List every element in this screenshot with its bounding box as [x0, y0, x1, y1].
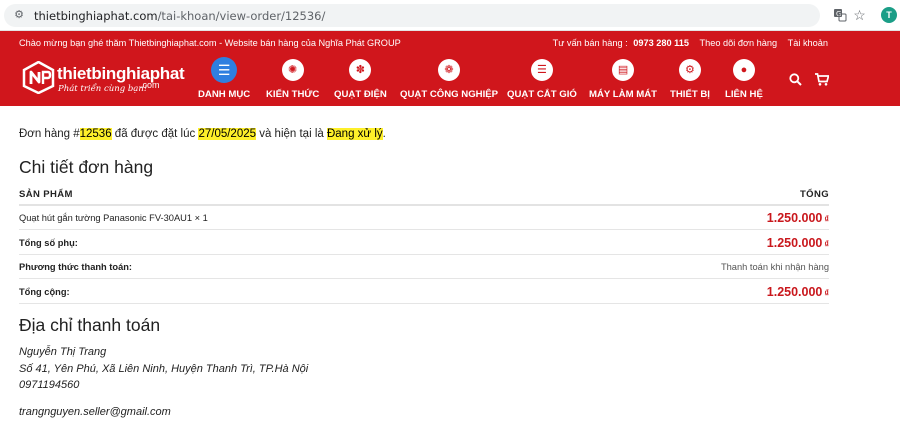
currency-symbol: ₫	[824, 288, 829, 298]
track-order-link[interactable]: Theo dõi đơn hàng	[700, 38, 778, 48]
order-date: 27/05/2025	[198, 128, 257, 140]
item-name-cell: Quạt hút gắn tường Panasonic FV-30AU1 × …	[19, 213, 208, 223]
total-value: 1.250.000	[766, 285, 823, 299]
order-details-title: Chi tiết đơn hàng	[19, 157, 154, 177]
lightbulb-icon: ✺	[281, 59, 304, 81]
item-total-value: 1.250.000	[766, 211, 823, 225]
order-notice: Đơn hàng #12536 đã được đặt lúc 27/05/20…	[19, 128, 386, 140]
nav-label: KIẾN THỨC	[266, 89, 320, 100]
air-cooler-icon: ▤	[612, 59, 635, 81]
billing-address-title: Địa chỉ thanh toán	[19, 315, 161, 335]
order-number: 12536	[79, 128, 112, 140]
billing-name: Nguyễn Thị Trang	[19, 346, 107, 358]
menu-icon: ☰	[211, 57, 238, 83]
browser-toolbar: ⚙ thietbinghiaphat.com/tai-khoan/view-or…	[0, 0, 900, 31]
table-row: Phương thức thanh toán: Thanh toán khi n…	[19, 255, 829, 279]
top-links: Tư vấn bán hàng : 0973 280 115 Theo dõi …	[545, 38, 828, 48]
nav-item-quat-cat-gio[interactable]: ☰ QUẠT CẮT GIÓ	[507, 56, 577, 100]
table-header-row: SẢN PHẨM TỔNG	[19, 186, 829, 206]
account-link[interactable]: Tài khoản	[788, 38, 828, 48]
billing-phone: 0971194560	[19, 379, 80, 391]
nav-label: QUẠT ĐIỆN	[334, 89, 387, 100]
col-product-header: SẢN PHẨM	[19, 189, 73, 200]
address-bar[interactable]: ⚙ thietbinghiaphat.com/tai-khoan/view-or…	[4, 4, 820, 27]
site-header: Chào mừng bạn ghé thăm Thietbinghiaphat.…	[0, 31, 900, 106]
notice-mid2: và hiện tại là	[256, 128, 327, 140]
item-qty: × 1	[194, 213, 208, 223]
notice-end: .	[382, 128, 386, 140]
payment-method-value: Thanh toán khi nhận hàng	[720, 262, 829, 272]
url-host: thietbinghiaphat.com	[34, 9, 158, 23]
fan-icon: ✽	[349, 59, 372, 81]
subtotal: 1.250.000 ₫	[767, 236, 829, 250]
table-row: Tổng cộng: 1.250.000 ₫	[19, 279, 829, 304]
item-total: 1.250.000 ₫	[767, 211, 829, 225]
translate-icon[interactable]: G	[832, 8, 847, 23]
search-icon[interactable]	[789, 73, 802, 89]
subtotal-label: Tổng số phụ:	[19, 238, 78, 248]
nav-item-kien-thuc[interactable]: ✺ KIẾN THỨC	[266, 56, 319, 100]
nav-label: LIÊN HỆ	[725, 89, 763, 100]
nav-label: DANH MỤC	[198, 89, 251, 100]
site-logo[interactable]: thietbinghiaphat .com Phát triển cùng bạ…	[22, 57, 185, 97]
cart-icon[interactable]	[815, 73, 830, 89]
item-name-link[interactable]: Quạt hút gắn tường Panasonic FV-30AU1	[19, 213, 192, 223]
nav-label: QUẠT CẮT GIÓ	[507, 89, 577, 100]
total-label: Tổng cộng:	[19, 287, 70, 297]
nav-item-danh-muc[interactable]: ☰ DANH MỤC	[198, 56, 250, 100]
logo-slogan: Phát triển cùng bạn!	[58, 84, 148, 94]
table-row: Quạt hút gắn tường Panasonic FV-30AU1 × …	[19, 206, 829, 230]
currency-symbol: ₫	[824, 214, 829, 224]
nav-item-thiet-bi[interactable]: ⚙ THIẾT BỊ	[670, 56, 710, 100]
nav-item-lien-he[interactable]: ● LIÊN HỆ	[725, 56, 763, 100]
device-icon: ⚙	[678, 59, 701, 81]
welcome-text: Chào mừng bạn ghé thăm Thietbinghiaphat.…	[19, 38, 401, 48]
logo-mark-icon	[22, 61, 55, 94]
top-strip: Chào mừng bạn ghé thăm Thietbinghiaphat.…	[0, 31, 900, 53]
subtotal-value: 1.250.000	[766, 236, 823, 250]
nav-item-quat-cong-nghiep[interactable]: ❁ QUẠT CÔNG NGHIỆP	[400, 56, 498, 100]
nav-label: MÁY LÀM MÁT	[589, 89, 658, 100]
grand-total: 1.250.000 ₫	[767, 285, 829, 299]
notice-prefix: Đơn hàng #	[19, 128, 80, 140]
billing-street: Số 41, Yên Phú, Xã Liên Ninh, Huyện Than…	[19, 362, 309, 375]
currency-symbol: ₫	[824, 239, 829, 249]
air-curtain-icon: ☰	[530, 59, 553, 81]
profile-avatar[interactable]: T	[881, 7, 897, 23]
bookmark-star-icon[interactable]: ☆	[852, 8, 867, 23]
nav-item-may-lam-mat[interactable]: ▤ MÁY LÀM MÁT	[589, 56, 657, 100]
nav-item-quat-dien[interactable]: ✽ QUẠT ĐIỆN	[334, 56, 387, 100]
order-status: Đang xử lý	[326, 128, 383, 140]
logo-name: thietbinghiaphat	[57, 64, 185, 83]
url-text[interactable]: thietbinghiaphat.com/tai-khoan/view-orde…	[34, 9, 325, 23]
payment-method-label: Phương thức thanh toán:	[19, 262, 133, 272]
site-settings-icon[interactable]: ⚙	[12, 8, 26, 22]
col-total-header: TỔNG	[799, 189, 829, 200]
location-pin-icon: ●	[732, 59, 755, 81]
url-path: /tai-khoan/view-order/12536/	[157, 9, 326, 23]
billing-address: Nguyễn Thị Trang Số 41, Yên Phú, Xã Liên…	[19, 344, 308, 394]
industrial-fan-icon: ❁	[438, 59, 461, 81]
notice-mid: đã được đặt lúc	[111, 128, 199, 140]
nav-label: QUẠT CÔNG NGHIỆP	[400, 89, 499, 100]
billing-email: trangnguyen.seller@gmail.com	[19, 406, 171, 418]
hotline-number[interactable]: 0973 280 115	[633, 38, 689, 48]
nav-label: THIẾT BỊ	[670, 89, 710, 100]
table-row: Tổng số phụ: 1.250.000 ₫	[19, 230, 829, 255]
hotline-label: Tư vấn bán hàng :	[552, 38, 628, 48]
